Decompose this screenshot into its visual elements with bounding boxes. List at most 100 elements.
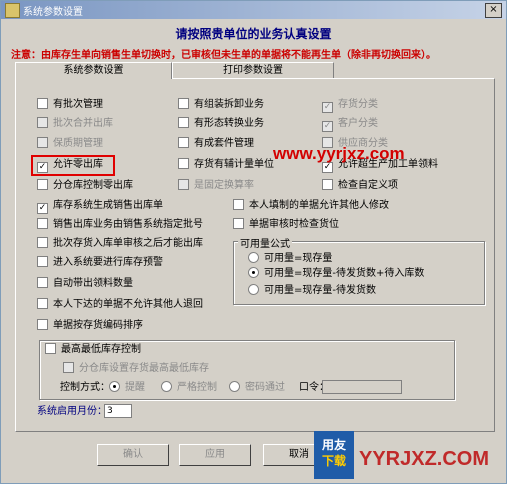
checkbox-label: 最高最低库存控制	[61, 344, 141, 355]
radio-mode-remind[interactable]: 提醒	[109, 381, 145, 394]
option-checkbox-col1-8[interactable]: 进入系统要进行库存预警	[37, 256, 163, 269]
password-input[interactable]	[322, 380, 402, 394]
checkbox-label: 单据按存货编码排序	[53, 320, 143, 331]
app-icon	[5, 3, 20, 18]
checkbox-box	[37, 98, 48, 109]
available-qty-title: 可用量公式	[238, 235, 292, 250]
checkbox-label: 有形态转换业务	[194, 118, 264, 129]
checkbox-box	[178, 158, 189, 169]
option-checkbox-col3-0[interactable]: ✓ 存货分类	[322, 98, 378, 113]
option-checkbox-col1-4[interactable]: 分仓库控制零出库	[37, 179, 133, 192]
radio-indicator	[229, 381, 240, 392]
option-checkbox-col2-3[interactable]: 存货有辅计量单位	[178, 158, 274, 171]
checkbox-label: 存货分类	[338, 99, 378, 110]
option-checkbox-col2-2[interactable]: 有成套件管理	[178, 137, 254, 150]
radio-formula-2[interactable]: 可用量=现存量-待发货数+待入库数	[248, 267, 424, 280]
checkbox-label: 自动带出领料数量	[53, 278, 133, 289]
checkbox-box	[37, 298, 48, 309]
option-checkbox-col3-4[interactable]: 检查自定义项	[322, 179, 398, 192]
checkbox-label: 单据审核时检查货位	[249, 219, 339, 230]
checkbox-box: ✓	[322, 121, 333, 132]
radio-indicator	[248, 267, 259, 278]
checkbox-box	[178, 179, 189, 190]
checkbox-box	[63, 362, 74, 373]
per-warehouse-max-stock-checkbox[interactable]: 分仓库设置存货最高最低库存	[63, 362, 209, 375]
option-checkbox-col1-9[interactable]: 自动带出领料数量	[37, 277, 133, 290]
option-checkbox-col1-10[interactable]: 本人下达的单据不允许其他人退回	[37, 298, 203, 311]
checkbox-label: 分仓库设置存货最高最低库存	[79, 363, 209, 374]
radio-mode-password[interactable]: 密码通过	[229, 381, 285, 394]
logo-line1: 用友	[321, 438, 346, 452]
radio-label: 可用量=现存量-待发货数+待入库数	[264, 268, 425, 279]
checkbox-label: 本人填制的单据允许其他人修改	[249, 200, 389, 211]
checkbox-label: 本人下达的单据不允许其他人退回	[53, 299, 203, 310]
checkbox-box	[37, 137, 48, 148]
start-month-label: 系统启用月份：	[37, 406, 107, 417]
option-checkbox-col2-5[interactable]: 本人填制的单据允许其他人修改	[233, 199, 389, 212]
radio-label: 可用量=现存量	[264, 253, 333, 264]
option-checkbox-col2-6[interactable]: 单据审核时检查货位	[233, 218, 339, 231]
checkbox-label: 有成套件管理	[194, 138, 254, 149]
control-mode-label: 控制方式：	[60, 382, 110, 393]
option-checkbox-col1-2[interactable]: 保质期管理	[37, 137, 103, 150]
radio-indicator	[109, 381, 120, 392]
checkbox-label: 有组装拆卸业务	[194, 99, 264, 110]
option-checkbox-col1-11[interactable]: 单据按存货编码排序	[37, 319, 143, 332]
checkbox-label: 保质期管理	[53, 138, 103, 149]
checkbox-box	[37, 179, 48, 190]
option-checkbox-col1-5[interactable]: ✓ 库存系统生成销售出库单	[37, 199, 163, 214]
option-checkbox-col1-6[interactable]: 销售出库业务由销售系统指定批号	[37, 218, 203, 231]
brand-text: YYRJXZ.COM	[359, 448, 490, 470]
tab-system-params[interactable]: 系统参数设置	[15, 62, 172, 79]
tab-print-params[interactable]: 打印参数设置	[172, 62, 334, 78]
checkbox-label: 库存系统生成销售出库单	[53, 200, 163, 211]
option-checkbox-col1-7[interactable]: 批次存货入库单审核之后才能出库	[37, 237, 203, 250]
checkbox-label: 检查自定义项	[338, 180, 398, 191]
checkbox-label: 销售出库业务由销售系统指定批号	[53, 219, 203, 230]
checkbox-label: 批次存货入库单审核之后才能出库	[53, 238, 203, 249]
checkbox-label: 批次合并出库	[53, 118, 113, 129]
logo: 用友 下载	[314, 431, 354, 479]
apply-button[interactable]: 应用	[179, 444, 251, 466]
radio-label: 密码通过	[245, 382, 285, 393]
start-month-input[interactable]: 3	[104, 404, 132, 418]
radio-mode-strict[interactable]: 严格控制	[161, 381, 217, 394]
title-bar[interactable]: 系统参数设置 ×	[1, 1, 506, 19]
checkbox-box	[322, 179, 333, 190]
checkbox-label: 有批次管理	[53, 99, 103, 110]
checkbox-box	[37, 117, 48, 128]
option-checkbox-col1-0[interactable]: 有批次管理	[37, 98, 103, 111]
checkbox-box	[37, 277, 48, 288]
option-checkbox-col3-1[interactable]: ✓ 客户分类	[322, 117, 378, 132]
watermark-text: www.yyrjxz.com	[273, 144, 405, 163]
checkbox-box	[45, 343, 56, 354]
radio-indicator	[248, 284, 259, 295]
max-stock-checkbox[interactable]: 最高最低库存控制	[45, 343, 144, 356]
checkbox-box: ✓	[322, 102, 333, 113]
radio-indicator	[248, 252, 259, 263]
radio-indicator	[161, 381, 172, 392]
close-button[interactable]: ×	[485, 3, 502, 18]
option-checkbox-col2-0[interactable]: 有组装拆卸业务	[178, 98, 264, 111]
checkbox-label: 客户分类	[338, 118, 378, 129]
logo-line2: 下载	[321, 454, 346, 468]
page-title: 请按照贵单位的业务认真设置	[175, 27, 332, 41]
checkbox-box	[37, 319, 48, 330]
checkbox-label: 分仓库控制零出库	[53, 180, 133, 191]
option-checkbox-col2-1[interactable]: 有形态转换业务	[178, 117, 264, 130]
radio-label: 可用量=现存量-待发货数	[264, 285, 376, 296]
checkbox-label: 存货有辅计量单位	[194, 159, 274, 170]
radio-formula-1[interactable]: 可用量=现存量	[248, 252, 332, 265]
radio-formula-3[interactable]: 可用量=现存量-待发货数	[248, 284, 376, 297]
checkbox-box	[178, 98, 189, 109]
confirm-button[interactable]: 确认	[97, 444, 169, 466]
option-checkbox-col2-4[interactable]: 是固定换算率	[178, 179, 254, 192]
checkbox-box	[233, 199, 244, 210]
checkbox-box	[37, 237, 48, 248]
notice-text: 注意：由库存生单向销售生单切换时，已审核但未生单的单据将不能再生单（除非再切换回…	[11, 50, 436, 61]
option-checkbox-col1-1[interactable]: 批次合并出库	[37, 117, 113, 130]
checkbox-label: 进入系统要进行库存预警	[53, 257, 163, 268]
checkbox-box	[37, 218, 48, 229]
checkbox-box	[37, 256, 48, 267]
radio-label: 严格控制	[177, 382, 217, 393]
